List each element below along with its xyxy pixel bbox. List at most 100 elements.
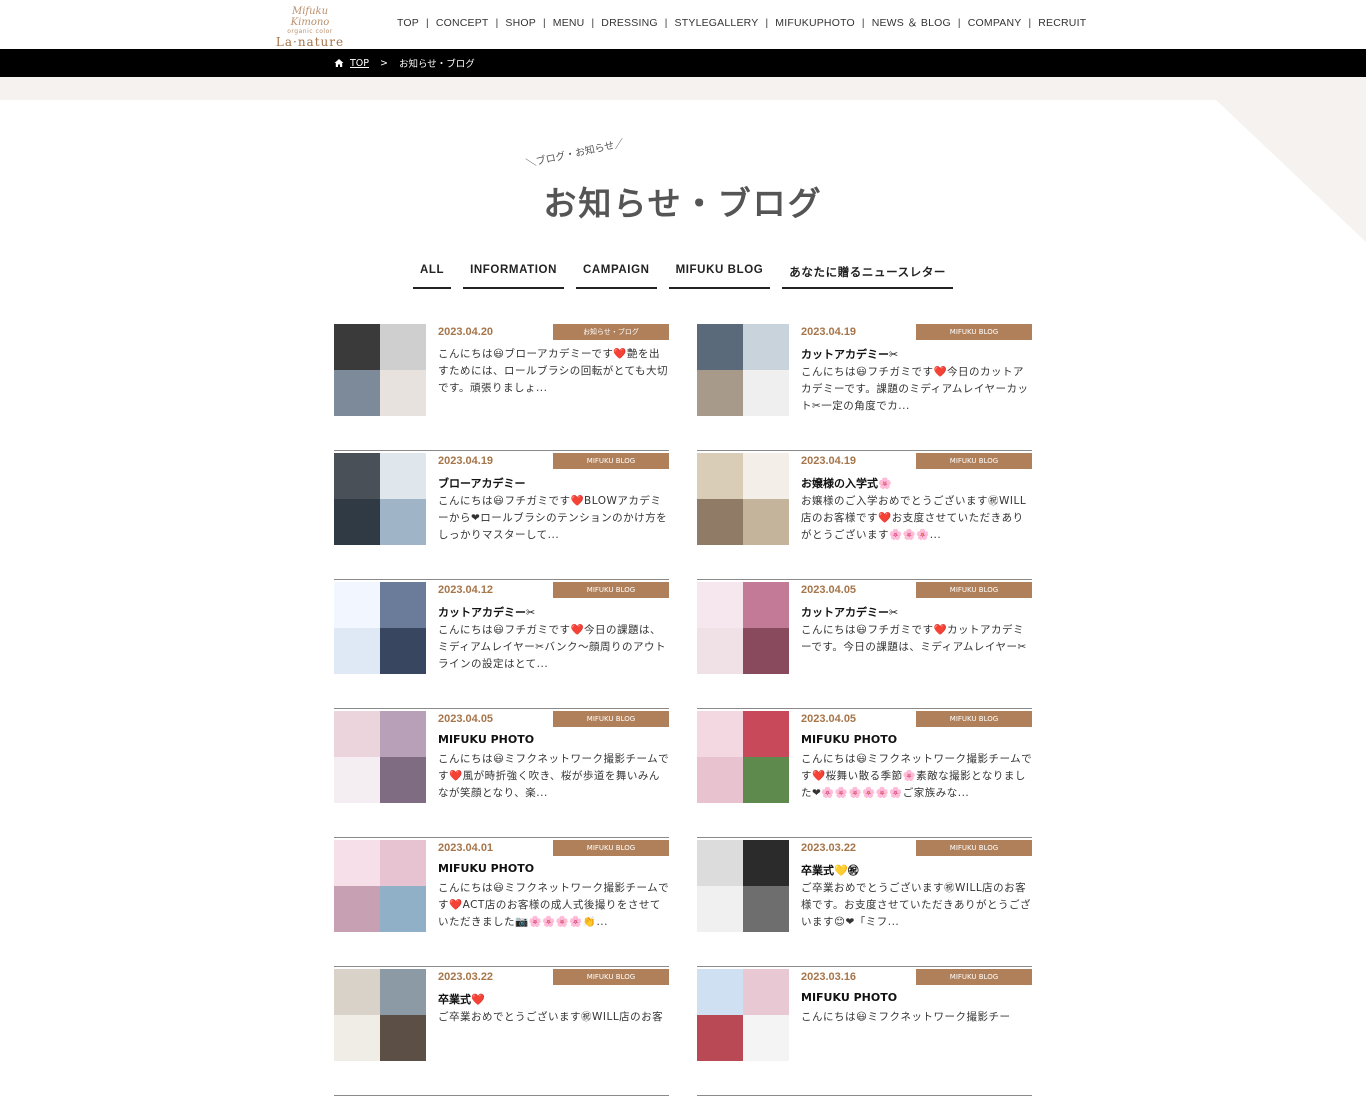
decorative-band — [0, 77, 1366, 100]
post-thumbnail[interactable] — [697, 840, 789, 932]
section-heading: ＼ブログ・お知らせ／ お知らせ・ブログ — [0, 138, 1366, 230]
logo-brand-name: La·nature — [275, 35, 345, 49]
post-thumbnail[interactable] — [697, 453, 789, 545]
post-list: 2023.04.20 お知らせ・ブログこんにちは😃ブローアカデミーです❤️艶を出す… — [334, 322, 1032, 1096]
post-card[interactable]: 2023.04.05 MIFUKU BLOG MIFUKU PHOTO こんにちは😃ミ… — [334, 709, 669, 838]
post-title[interactable]: 卒業式❤️ — [438, 991, 485, 1007]
post-category-badge[interactable]: MIFUKU BLOG — [553, 453, 669, 469]
post-category-badge[interactable]: MIFUKU BLOG — [553, 969, 669, 985]
tab-information[interactable]: INFORMATION — [463, 262, 564, 289]
logo-tagline: organic color — [287, 28, 333, 35]
post-date: 2023.04.19 — [801, 326, 857, 338]
post-category-badge[interactable]: MIFUKU BLOG — [916, 840, 1032, 856]
tab-mifuku-blog[interactable]: MIFUKU BLOG — [668, 262, 771, 289]
post-excerpt: こんにちは😃ミフクネットワーク撮影チームです❤️ACT店のお客様の成人式後撮りを… — [438, 882, 670, 928]
post-thumbnail[interactable] — [334, 453, 426, 545]
post-thumbnail[interactable] — [334, 969, 426, 1061]
post-title[interactable]: カットアカデミー✂ — [801, 604, 898, 620]
tab-newsletter[interactable]: あなたに贈るニュースレター — [782, 262, 954, 289]
breadcrumb: TOP > お知らせ・ブログ — [334, 56, 475, 70]
post-card[interactable]: 2023.04.12 MIFUKU BLOG カットアカデミー✂ こんにちは😃フチガミ… — [334, 580, 669, 709]
post-excerpt: こんにちは😃フチガミです❤️今日の課題は、ミディアムレイヤー✂バンク〜顔周りのア… — [438, 624, 667, 670]
post-excerpt: こんにちは😃ミフクネットワーク撮影チー — [801, 1011, 1011, 1023]
nav-item-concept[interactable]: CONCEPT — [429, 16, 496, 30]
nav-item-company[interactable]: COMPANY — [961, 16, 1029, 30]
post-category-badge[interactable]: MIFUKU BLOG — [916, 324, 1032, 340]
post-excerpt: こんにちは😃ミフクネットワーク撮影チームです❤️風が時折強く吹き、桜が歩道を舞い… — [438, 753, 670, 799]
home-icon — [334, 59, 344, 67]
post-category-badge[interactable]: MIFUKU BLOG — [916, 582, 1032, 598]
post-title[interactable]: お嬢様の入学式🌸 — [801, 475, 892, 491]
nav-item-news-blog[interactable]: NEWS ＆ BLOG — [865, 16, 958, 30]
post-category-badge[interactable]: MIFUKU BLOG — [553, 582, 669, 598]
post-excerpt: こんにちは😃フチガミです❤️カットアカデミーです。今日の課題は、ミディアムレイヤ… — [801, 624, 1027, 653]
post-date: 2023.03.22 — [438, 971, 494, 983]
nav-item-recruit[interactable]: RECRUIT — [1031, 16, 1093, 30]
post-title[interactable]: ブローアカデミー — [438, 475, 526, 491]
post-card[interactable]: 2023.04.19 MIFUKU BLOG ブローアカデミーこんにちは😃フチガミで… — [334, 451, 669, 580]
site-header: Mifuku Kimono organic color La·nature TO… — [0, 0, 1366, 49]
post-card[interactable]: 2023.04.20 お知らせ・ブログこんにちは😃ブローアカデミーです❤️艶を出す… — [334, 322, 669, 451]
post-card[interactable]: 2023.04.05 MIFUKU BLOG MIFUKU PHOTO こんにちは😃ミ… — [697, 709, 1032, 838]
post-title[interactable]: MIFUKU PHOTO — [438, 733, 534, 746]
post-date: 2023.04.05 — [801, 584, 857, 596]
post-excerpt: こんにちは😃フチガミです❤️BLOWアカデミーから❤ロールブラシのテンションのか… — [438, 495, 668, 541]
post-date: 2023.04.05 — [438, 713, 494, 725]
tab-campaign[interactable]: CAMPAIGN — [576, 262, 657, 289]
post-date: 2023.04.19 — [438, 455, 494, 467]
page-title: お知らせ・ブログ — [543, 184, 823, 223]
nav-item-top[interactable]: TOP — [390, 16, 426, 30]
post-date: 2023.04.19 — [801, 455, 857, 467]
logo-script-text: Mifuku Kimono — [290, 6, 330, 28]
post-title[interactable]: 卒業式💛㊗ — [801, 862, 859, 878]
post-card[interactable]: 2023.04.19 MIFUKU BLOG お嬢様の入学式🌸 お嬢様のご入学おめでと… — [697, 451, 1032, 580]
post-title[interactable]: MIFUKU PHOTO — [438, 862, 534, 875]
breadcrumb-current: お知らせ・ブログ — [398, 59, 475, 70]
section-sub-label: ＼ブログ・お知らせ／ — [525, 138, 626, 170]
post-date: 2023.04.12 — [438, 584, 494, 596]
post-excerpt: お嬢様のご入学おめでとうございます㊗WILL店のお客様です❤️お支度させていただ… — [801, 495, 1027, 541]
post-card[interactable]: 2023.04.01 MIFUKU BLOG MIFUKU PHOTO こんにちは😃ミ… — [334, 838, 669, 967]
tab-all[interactable]: ALL — [412, 262, 452, 289]
breadcrumb-separator: > — [380, 57, 388, 69]
post-card[interactable]: 2023.03.22 MIFUKU BLOG 卒業式💛㊗ ご卒業おめでとうございます㊗… — [697, 838, 1032, 967]
nav-item-dressing[interactable]: DRESSING — [594, 16, 664, 30]
post-title[interactable]: MIFUKU PHOTO — [801, 733, 897, 746]
post-category-badge[interactable]: MIFUKU BLOG — [916, 453, 1032, 469]
post-title[interactable]: MIFUKU PHOTO — [801, 991, 897, 1004]
post-excerpt: こんにちは😃ブローアカデミーです❤️艶を出すためには、ロールブラシの回転がとても… — [438, 348, 668, 394]
post-excerpt: こんにちは😃ミフクネットワーク撮影チームです❤️桜舞い散る季節🌸素敵な撮影となり… — [801, 753, 1033, 799]
post-excerpt: ご卒業おめでとうございます㊗WILL店のお客 — [438, 1011, 664, 1023]
nav-item-mifukuphoto[interactable]: MIFUKUPHOTO — [768, 16, 862, 30]
post-thumbnail[interactable] — [334, 840, 426, 932]
post-thumbnail[interactable] — [334, 324, 426, 416]
nav-item-shop[interactable]: SHOP — [498, 16, 543, 30]
global-nav: TOP | CONCEPT | SHOP | MENU | DRESSING | STYL… — [390, 16, 1093, 30]
post-thumbnail[interactable] — [697, 711, 789, 803]
post-category-badge[interactable]: MIFUKU BLOG — [916, 711, 1032, 727]
nav-item-stylegallery[interactable]: STYLEGALLERY — [668, 16, 766, 30]
post-thumbnail[interactable] — [334, 582, 426, 674]
post-card[interactable]: 2023.04.19 MIFUKU BLOG カットアカデミー✂ こんにちは😃フチガミ… — [697, 322, 1032, 451]
post-date: 2023.04.01 — [438, 842, 494, 854]
post-date: 2023.04.05 — [801, 713, 857, 725]
site-logo[interactable]: Mifuku Kimono organic color La·nature — [272, 6, 348, 49]
post-category-badge[interactable]: MIFUKU BLOG — [553, 711, 669, 727]
nav-item-menu[interactable]: MENU — [546, 16, 592, 30]
post-category-badge[interactable]: お知らせ・ブログ — [553, 324, 669, 340]
post-date: 2023.04.20 — [438, 326, 494, 338]
post-card[interactable]: 2023.03.16 MIFUKU BLOG MIFUKU PHOTO こんにちは😃ミ… — [697, 967, 1032, 1096]
post-date: 2023.03.22 — [801, 842, 857, 854]
breadcrumb-home-link[interactable]: TOP — [350, 58, 369, 69]
post-thumbnail[interactable] — [697, 324, 789, 416]
post-thumbnail[interactable] — [697, 582, 789, 674]
post-category-badge[interactable]: MIFUKU BLOG — [916, 969, 1032, 985]
breadcrumb-bar: TOP > お知らせ・ブログ — [0, 49, 1366, 77]
post-thumbnail[interactable] — [334, 711, 426, 803]
post-title[interactable]: カットアカデミー✂ — [801, 346, 898, 362]
post-card[interactable]: 2023.04.05 MIFUKU BLOG カットアカデミー✂ こんにちは😃フチガミ… — [697, 580, 1032, 709]
post-thumbnail[interactable] — [697, 969, 789, 1061]
post-card[interactable]: 2023.03.22 MIFUKU BLOG 卒業式❤️ ご卒業おめでとうございます㊗… — [334, 967, 669, 1096]
post-title[interactable]: カットアカデミー✂ — [438, 604, 535, 620]
post-category-badge[interactable]: MIFUKU BLOG — [553, 840, 669, 856]
